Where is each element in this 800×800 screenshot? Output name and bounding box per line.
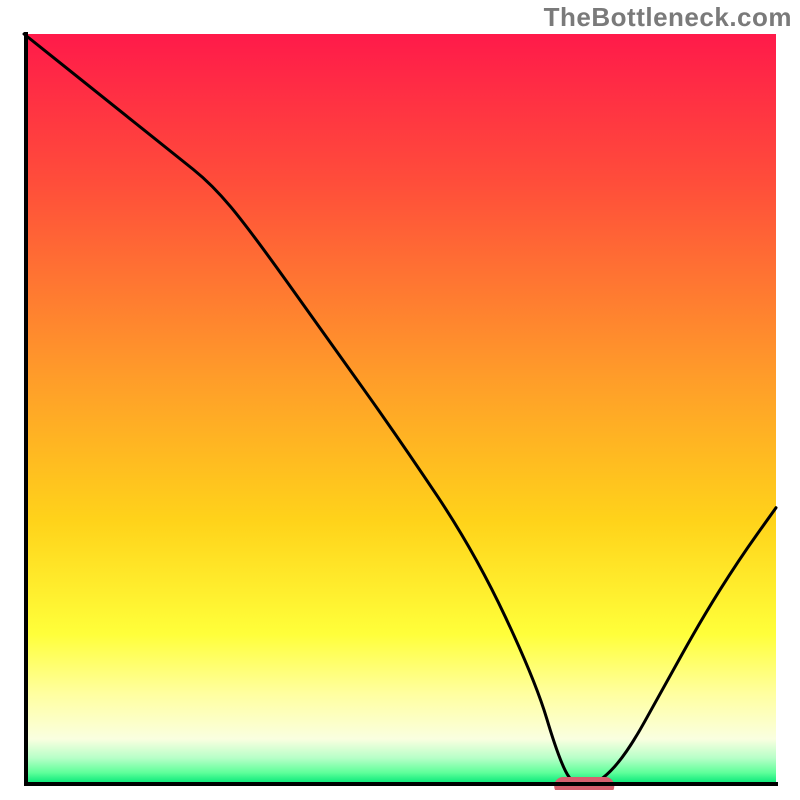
chart-container: TheBottleneck.com — [0, 0, 800, 800]
plot-area — [20, 30, 780, 790]
watermark-text: TheBottleneck.com — [544, 2, 792, 33]
chart-svg — [20, 30, 780, 790]
gradient-background — [26, 34, 776, 784]
